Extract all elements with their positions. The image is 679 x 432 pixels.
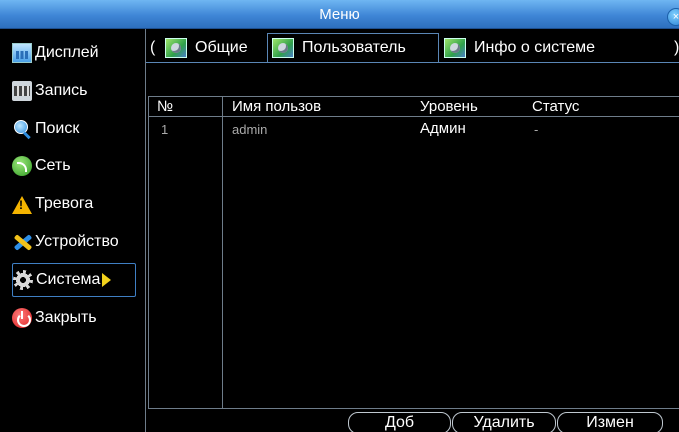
edit-button[interactable]: Измен: [557, 412, 663, 432]
sidebar-item-alarm[interactable]: Тревога: [12, 187, 144, 221]
cell-number: 1: [161, 122, 169, 137]
active-arrow-icon: [102, 273, 112, 287]
tab-system-info[interactable]: Инфо о системе: [440, 33, 595, 62]
tab-user[interactable]: Пользователь: [267, 33, 439, 62]
column-header-number: №: [157, 98, 174, 115]
sidebar-item-search[interactable]: Поиск: [12, 112, 144, 146]
user-tab-icon: [272, 38, 294, 58]
device-icon: [12, 232, 32, 252]
record-icon: [12, 81, 32, 101]
cell-username: admin: [232, 122, 268, 137]
sidebar: Дисплей Запись Поиск Сеть Тревога Устрой…: [0, 29, 146, 432]
table-header: № Имя пользов Уровень Статус: [149, 97, 679, 117]
sidebar-item-record[interactable]: Запись: [12, 74, 144, 108]
tab-general[interactable]: Общие: [161, 33, 248, 62]
sidebar-item-close[interactable]: Закрыть: [12, 301, 144, 335]
tab-label: Общие: [195, 38, 248, 56]
column-header-username: Имя пользов: [232, 98, 322, 115]
tab-scroll-left-button[interactable]: (: [150, 39, 155, 57]
info-tab-icon: [444, 37, 466, 58]
search-icon: [12, 119, 32, 139]
table-row[interactable]: 1 admin Админ -: [149, 119, 679, 141]
tab-label: Пользователь: [302, 39, 406, 56]
sidebar-item-device[interactable]: Устройство: [12, 225, 144, 259]
cell-status: -: [534, 122, 539, 137]
sidebar-item-label: Система: [36, 271, 101, 288]
display-icon: [12, 43, 32, 63]
tab-scroll-right-button[interactable]: ): [674, 39, 679, 57]
system-icon: [13, 270, 33, 290]
column-header-level: Уровень: [420, 98, 478, 115]
sidebar-item-label: Поиск: [35, 120, 80, 137]
sidebar-item-label: Запись: [35, 82, 88, 99]
users-table: № Имя пользов Уровень Статус 1 admin Адм…: [148, 96, 679, 409]
cell-level: Админ: [420, 120, 466, 137]
sidebar-item-label: Устройство: [35, 233, 119, 250]
title-bar: Меню ×: [0, 0, 679, 29]
sidebar-item-label: Тревога: [35, 195, 94, 212]
power-icon: [12, 308, 32, 328]
sidebar-item-display[interactable]: Дисплей: [12, 36, 144, 70]
settings-tab-icon: [165, 37, 187, 58]
window-title: Меню: [319, 6, 360, 23]
alarm-icon: [12, 194, 32, 214]
tab-divider: [146, 62, 679, 63]
close-icon[interactable]: ×: [667, 8, 679, 26]
column-divider: [222, 97, 223, 408]
sidebar-item-label: Сеть: [35, 157, 71, 174]
sidebar-item-label: Закрыть: [35, 309, 97, 326]
add-button[interactable]: Доб: [348, 412, 451, 432]
column-header-status: Статус: [532, 98, 580, 115]
network-icon: [12, 156, 32, 176]
sidebar-item-label: Дисплей: [35, 44, 99, 61]
tab-label: Инфо о системе: [474, 38, 596, 56]
sidebar-item-system[interactable]: Система: [12, 263, 136, 297]
sidebar-item-network[interactable]: Сеть: [12, 149, 144, 183]
delete-button[interactable]: Удалить: [452, 412, 556, 432]
